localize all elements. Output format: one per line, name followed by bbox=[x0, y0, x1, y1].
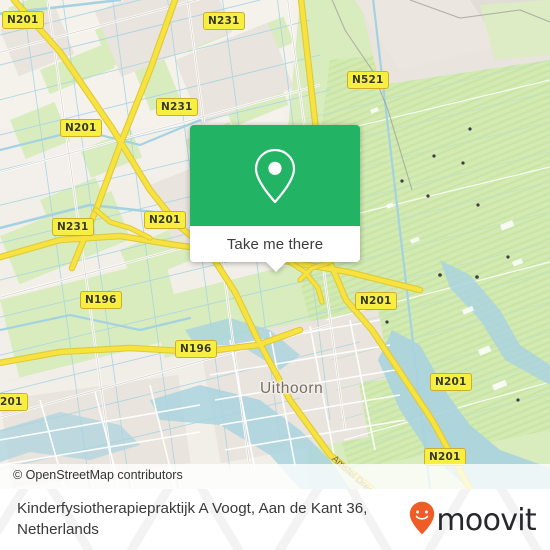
road-shield: N231 bbox=[52, 218, 94, 236]
road-shield: N196 bbox=[80, 291, 122, 309]
take-me-there-button[interactable]: Take me there bbox=[190, 226, 360, 262]
road-shield: N201 bbox=[60, 119, 102, 137]
popup-image-area bbox=[190, 125, 360, 226]
location-title: Kinderfysiotherapiepraktijk A Voogt, Aan… bbox=[17, 500, 368, 538]
road-shield: N201 bbox=[0, 393, 28, 411]
road-shield: N201 bbox=[2, 11, 44, 29]
page-footer: Kinderfysiotherapiepraktijk A Voogt, Aan… bbox=[0, 489, 550, 550]
take-me-there-label: Take me there bbox=[226, 235, 324, 253]
moovit-smiley-pin-icon bbox=[409, 501, 435, 540]
location-popup[interactable]: Take me there bbox=[190, 125, 360, 272]
road-shield: N231 bbox=[156, 98, 198, 116]
road-shield: N201 bbox=[430, 373, 472, 391]
map-attribution[interactable]: © OpenStreetMap contributors bbox=[0, 464, 550, 489]
road-shield: N521 bbox=[347, 71, 389, 89]
moovit-logo[interactable]: moovit bbox=[409, 501, 537, 540]
place-label: Uithoorn bbox=[260, 380, 324, 397]
road-shield: N201 bbox=[355, 292, 397, 310]
popup-tail bbox=[265, 261, 287, 272]
road-shield: N196 bbox=[175, 340, 217, 358]
moovit-map-page: N201 N231 N521 N231 N201 N231 N201 N201 N196 N196… bbox=[0, 0, 550, 550]
map-pin-icon bbox=[252, 147, 298, 205]
footer-content: Kinderfysiotherapiepraktijk A Voogt, Aan… bbox=[0, 489, 550, 550]
road-shield: N201 bbox=[144, 211, 186, 229]
road-shield: N231 bbox=[203, 12, 245, 30]
moovit-wordmark: moovit bbox=[436, 502, 536, 538]
